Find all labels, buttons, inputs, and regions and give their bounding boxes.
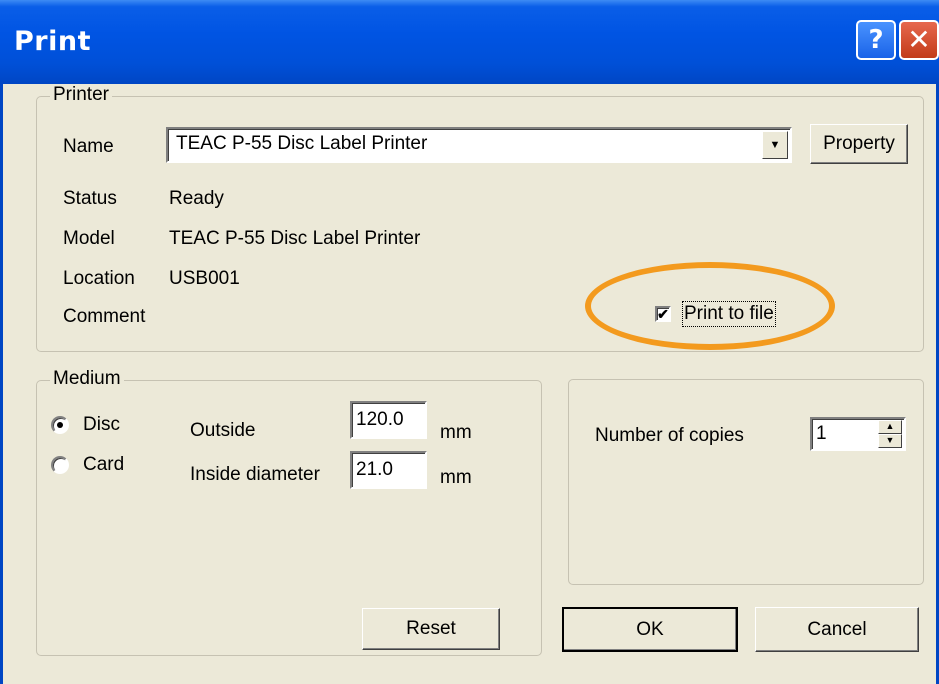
- copies-group: [568, 379, 924, 585]
- location-label: Location: [63, 268, 135, 289]
- reset-button[interactable]: Reset: [362, 608, 500, 650]
- model-value: TEAC P-55 Disc Label Printer: [169, 228, 421, 249]
- ok-button[interactable]: OK: [562, 607, 738, 652]
- inside-diameter-unit: mm: [440, 467, 472, 488]
- dialog-title: Print: [14, 26, 91, 57]
- outside-label: Outside: [190, 420, 256, 441]
- comment-label: Comment: [63, 306, 146, 327]
- location-value: USB001: [169, 268, 240, 289]
- printer-name-value: TEAC P-55 Disc Label Printer: [176, 133, 428, 154]
- print-dialog: Print ? ✕ Printer Name TEAC P-55 Disc La…: [0, 0, 939, 684]
- spin-up-button[interactable]: ▲: [878, 420, 902, 434]
- card-label[interactable]: Card: [83, 454, 124, 476]
- spin-down-button[interactable]: ▼: [878, 434, 902, 448]
- cancel-button[interactable]: Cancel: [755, 607, 919, 652]
- outside-unit: mm: [440, 422, 472, 443]
- printer-group-label: Printer: [50, 84, 112, 106]
- inside-diameter-input[interactable]: 21.0: [350, 451, 427, 489]
- disc-label[interactable]: Disc: [83, 414, 120, 436]
- title-bar[interactable]: Print ? ✕: [0, 0, 939, 84]
- help-button[interactable]: ?: [856, 20, 896, 60]
- name-label: Name: [63, 136, 114, 157]
- status-label: Status: [63, 188, 117, 209]
- disc-radio[interactable]: [51, 416, 69, 434]
- property-button[interactable]: Property: [810, 124, 908, 164]
- medium-group-label: Medium: [50, 368, 124, 390]
- copies-label: Number of copies: [595, 425, 744, 446]
- printer-name-dropdown[interactable]: TEAC P-55 Disc Label Printer ▼: [166, 127, 792, 163]
- chevron-down-icon[interactable]: ▼: [762, 131, 788, 159]
- outside-input[interactable]: 120.0: [350, 401, 427, 439]
- status-value: Ready: [169, 188, 224, 209]
- close-button[interactable]: ✕: [899, 20, 939, 60]
- highlight-annotation: [585, 262, 835, 350]
- card-radio[interactable]: [51, 456, 69, 474]
- model-label: Model: [63, 228, 115, 249]
- inside-diameter-label: Inside diameter: [190, 464, 320, 485]
